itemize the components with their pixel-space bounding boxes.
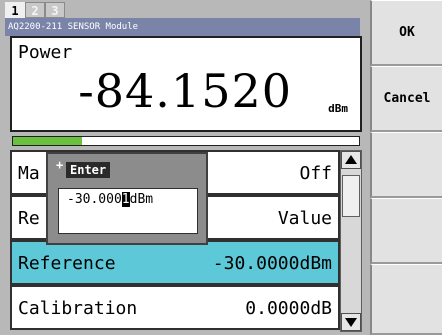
level-bar-fill bbox=[13, 137, 83, 145]
list-item-value: 0.0000dB bbox=[245, 298, 332, 319]
softkey-3[interactable] bbox=[370, 132, 442, 198]
arrow-up-icon bbox=[345, 155, 357, 164]
plus-icon: + bbox=[56, 158, 64, 172]
list-item-label: Calibration bbox=[18, 298, 138, 319]
scroll-thumb[interactable] bbox=[342, 175, 360, 217]
power-value: -84.1520 bbox=[78, 64, 292, 118]
enter-dialog: + Enter -30.0001dBm bbox=[46, 152, 208, 245]
list-item-value: -30.0000dBm bbox=[212, 253, 332, 274]
scrollbar[interactable] bbox=[340, 150, 362, 332]
cancel-button[interactable]: Cancel bbox=[370, 66, 442, 132]
softkey-4[interactable] bbox=[370, 198, 442, 264]
tab-3[interactable]: 3 bbox=[45, 2, 65, 18]
value-unit: dBm bbox=[129, 192, 154, 207]
module-title: AQ2200-211 SENSOR Module bbox=[5, 18, 360, 36]
softkey-5[interactable] bbox=[370, 264, 442, 335]
edit-cursor: 1 bbox=[121, 192, 130, 207]
main-panel: 1 2 3 AQ2200-211 SENSOR Module Power -84… bbox=[0, 0, 370, 335]
level-bar bbox=[12, 136, 360, 146]
list-item-label: Re bbox=[18, 208, 40, 229]
list-item-reference[interactable]: Reference -30.0000dBm bbox=[10, 240, 340, 285]
value-input[interactable]: -30.0001dBm bbox=[58, 188, 198, 234]
power-unit: dBm bbox=[328, 102, 348, 115]
tab-1[interactable]: 1 bbox=[5, 2, 25, 18]
power-display: Power -84.1520 dBm bbox=[10, 36, 362, 132]
list-item-label: Reference bbox=[18, 253, 116, 274]
power-label: Power bbox=[18, 42, 73, 63]
list-item-value: Value bbox=[277, 208, 332, 229]
arrow-down-icon bbox=[345, 318, 357, 327]
tab-2[interactable]: 2 bbox=[25, 2, 45, 18]
list-item-label: Ma bbox=[18, 163, 40, 184]
list-item-calibration[interactable]: Calibration 0.0000dB bbox=[10, 285, 340, 330]
scroll-down-button[interactable] bbox=[341, 313, 361, 331]
dialog-title: Enter bbox=[66, 162, 111, 178]
ok-button[interactable]: OK bbox=[370, 0, 442, 66]
value-text: -30.000 bbox=[67, 192, 122, 207]
list-item-value: Off bbox=[299, 163, 332, 184]
scroll-up-button[interactable] bbox=[341, 151, 361, 169]
softkey-panel: OK Cancel bbox=[370, 0, 442, 335]
